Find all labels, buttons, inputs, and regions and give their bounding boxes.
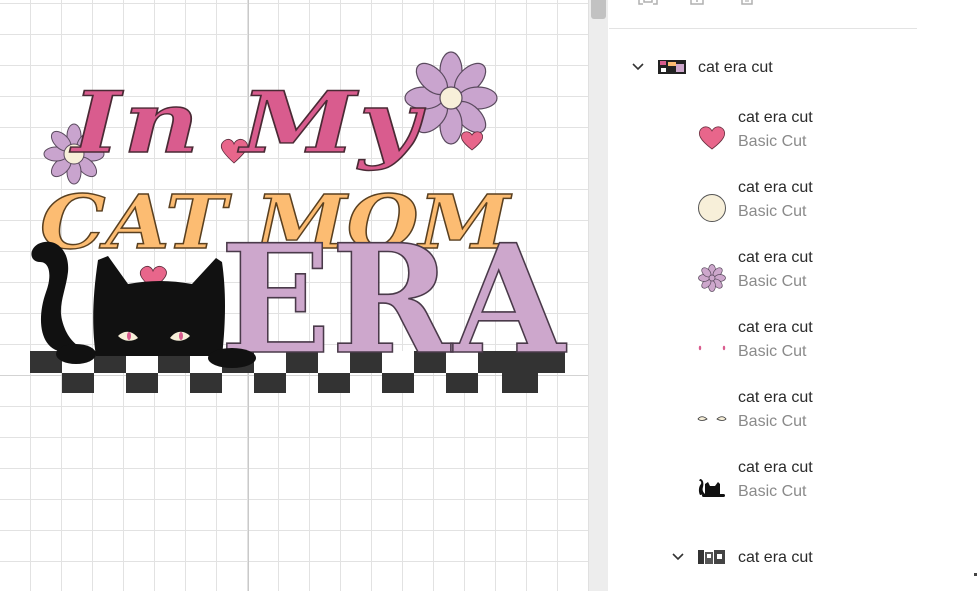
design-artwork[interactable]: In My CAT MOM ERA xyxy=(0,0,588,591)
layers-toolbar xyxy=(609,0,917,29)
subgroup-thumbnail xyxy=(698,550,725,564)
layer-subgroup-name: cat era cut xyxy=(738,549,813,566)
layer-subgroup-cat-era-cut[interactable]: cat era cut xyxy=(609,543,909,573)
layer-name: cat era cut xyxy=(738,249,813,266)
cat-icon xyxy=(697,462,727,514)
group-thumbnail xyxy=(658,60,686,74)
layer-name: cat era cut xyxy=(738,179,813,196)
text-era[interactable]: ERA xyxy=(219,211,568,389)
layer-operation: Basic Cut xyxy=(738,273,807,290)
canvas-scroll-thumb[interactable] xyxy=(591,0,606,19)
layer-name: cat era cut xyxy=(738,459,813,476)
flower-icon xyxy=(697,252,727,304)
delete-icon[interactable] xyxy=(737,0,759,10)
circle-icon xyxy=(697,182,727,234)
text-in-my[interactable]: In My xyxy=(69,72,426,172)
heart-small-flower[interactable] xyxy=(460,131,484,151)
layer-name: cat era cut xyxy=(738,389,813,406)
layer-item[interactable]: cat era cut Basic Cut xyxy=(697,389,957,444)
group-icon[interactable] xyxy=(637,0,659,10)
layers-panel: cat era cut cat era cut Basic Cut cat er… xyxy=(609,0,978,591)
layer-name: cat era cut xyxy=(738,319,813,336)
design-canvas[interactable]: In My CAT MOM ERA xyxy=(0,0,588,591)
layer-operation: Basic Cut xyxy=(738,343,807,360)
layer-group-name: cat era cut xyxy=(698,59,773,76)
layer-item[interactable]: cat era cut Basic Cut xyxy=(697,319,957,374)
layer-item[interactable]: cat era cut Basic Cut xyxy=(697,459,957,514)
chevron-down-icon[interactable] xyxy=(671,550,685,564)
pupils-icon xyxy=(697,322,727,374)
canvas-scrollbar[interactable] xyxy=(588,0,608,591)
layer-item[interactable]: cat era cut Basic Cut xyxy=(697,249,957,304)
layer-operation: Basic Cut xyxy=(738,413,807,430)
layer-name: cat era cut xyxy=(738,109,813,126)
layer-item[interactable]: cat era cut Basic Cut xyxy=(697,179,957,234)
layer-item[interactable]: cat era cut Basic Cut xyxy=(697,109,957,164)
heart-icon xyxy=(697,112,727,164)
resize-corner-mark xyxy=(974,573,977,576)
layer-operation: Basic Cut xyxy=(738,483,807,500)
layer-operation: Basic Cut xyxy=(738,133,807,150)
chevron-down-icon[interactable] xyxy=(631,60,645,74)
duplicate-icon[interactable] xyxy=(687,0,709,10)
layer-operation: Basic Cut xyxy=(738,203,807,220)
layer-group-cat-era-cut[interactable]: cat era cut xyxy=(609,53,909,83)
eyes-icon xyxy=(697,392,727,444)
